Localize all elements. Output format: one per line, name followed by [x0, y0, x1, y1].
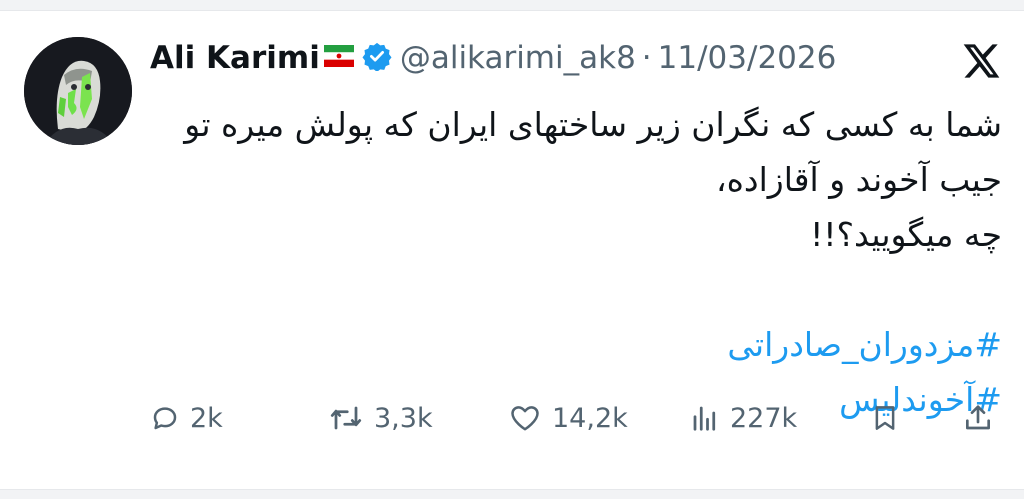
tweet-text-line: شما به کسی که نگران زیر ساختهای ایران که… — [184, 105, 1002, 144]
view-count: 227k — [730, 402, 798, 434]
heart-icon — [511, 406, 539, 431]
views-button[interactable]: 227k — [690, 393, 797, 443]
reply-icon — [153, 407, 177, 430]
bookmark-button[interactable] — [870, 393, 900, 443]
author-name[interactable]: Ali Karimi — [150, 40, 320, 76]
reply-button[interactable]: 2k — [150, 393, 223, 443]
tweet-card[interactable]: Ali Karimi @alikarimi_ak8 · 11/03/2026 ش… — [0, 10, 1024, 490]
avatar[interactable] — [24, 37, 132, 145]
header-separator: · — [641, 40, 652, 76]
repost-count: 3,3k — [374, 402, 433, 434]
hashtag-link[interactable]: #مزدوران_صادراتی — [182, 317, 1002, 372]
views-icon — [693, 406, 716, 431]
reply-count: 2k — [190, 402, 223, 434]
tweet-text-line: چه میگویید؟!! — [810, 215, 1002, 254]
verified-badge-icon — [362, 41, 392, 75]
tweet-text-line: جیب آخوند و آقازاده، — [715, 160, 1002, 199]
share-button[interactable] — [962, 393, 994, 443]
repost-icon — [330, 406, 362, 430]
tweet-header: Ali Karimi @alikarimi_ak8 · 11/03/2026 — [150, 33, 836, 83]
action-bar: 2k 3,3k 14,2k 227k — [0, 393, 1024, 443]
tweet-text: شما به کسی که نگران زیر ساختهای ایران که… — [182, 97, 1002, 427]
like-button[interactable]: 14,2k — [508, 393, 628, 443]
share-icon — [966, 405, 990, 430]
repost-button[interactable]: 3,3k — [328, 393, 433, 443]
like-count: 14,2k — [552, 402, 628, 434]
author-handle[interactable]: @alikarimi_ak8 — [400, 40, 636, 76]
iran-flag-icon — [323, 45, 354, 71]
bookmark-icon — [875, 406, 895, 430]
tweet-date[interactable]: 11/03/2026 — [658, 40, 837, 76]
avatar-image — [24, 37, 132, 145]
x-logo-icon[interactable] — [960, 41, 1002, 85]
